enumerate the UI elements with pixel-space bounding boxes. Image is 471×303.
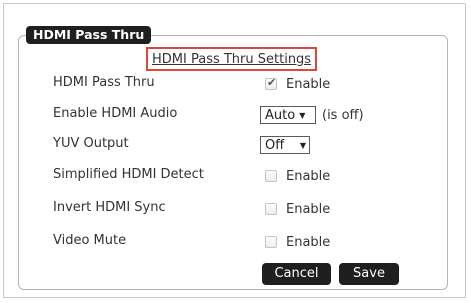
cancel-button[interactable]: Cancel xyxy=(262,263,331,285)
setting-row-simplified-hdmi-detect: Simplified HDMI Detect Enable xyxy=(0,164,471,188)
setting-label: YUV Output xyxy=(53,136,129,151)
checkbox-label: Enable xyxy=(286,168,331,184)
video-mute-checkbox[interactable] xyxy=(265,236,277,248)
hdmi-pass-thru-checkbox[interactable] xyxy=(265,76,277,90)
select-value: Off xyxy=(265,137,285,153)
setting-label: HDMI Pass Thru xyxy=(53,75,155,90)
select-value: Auto xyxy=(265,107,296,123)
setting-label: Enable HDMI Audio xyxy=(53,106,178,121)
setting-row-yuv-output: YUV Output Off ▼ xyxy=(0,133,471,157)
audio-status-note: (is off) xyxy=(322,107,364,123)
setting-row-invert-hdmi-sync: Invert HDMI Sync Enable xyxy=(0,197,471,221)
setting-row-enable-hdmi-audio: Enable HDMI Audio Auto ▼ (is off) xyxy=(0,103,471,127)
hdmi-audio-select[interactable]: Auto ▼ xyxy=(260,106,316,124)
setting-label: Invert HDMI Sync xyxy=(53,200,166,215)
setting-row-hdmi-pass-thru: HDMI Pass Thru Enable xyxy=(0,72,471,96)
checkbox-label: Enable xyxy=(286,201,331,217)
checkbox-label: Enable xyxy=(286,234,331,250)
setting-row-video-mute: Video Mute Enable xyxy=(0,230,471,254)
dropdown-arrow-icon: ▼ xyxy=(299,140,306,150)
group-legend: HDMI Pass Thru xyxy=(26,26,152,44)
select-control: Auto ▼ (is off) xyxy=(260,103,364,127)
yuv-output-select[interactable]: Off ▼ xyxy=(260,136,310,154)
select-control: Off ▼ xyxy=(260,133,310,157)
checkbox-control: Enable xyxy=(262,72,330,96)
save-button[interactable]: Save xyxy=(339,263,399,285)
invert-sync-checkbox[interactable] xyxy=(265,203,277,215)
setting-label: Video Mute xyxy=(53,233,127,248)
checkbox-control: Enable xyxy=(262,197,330,221)
checkbox-label: Enable xyxy=(286,76,331,92)
checkbox-control: Enable xyxy=(262,230,330,254)
checkbox-control: Enable xyxy=(262,164,330,188)
hdmi-settings-link[interactable]: HDMI Pass Thru Settings xyxy=(146,47,318,71)
simplified-detect-checkbox[interactable] xyxy=(265,170,277,182)
dropdown-arrow-icon: ▼ xyxy=(299,110,306,120)
setting-label: Simplified HDMI Detect xyxy=(53,167,204,182)
